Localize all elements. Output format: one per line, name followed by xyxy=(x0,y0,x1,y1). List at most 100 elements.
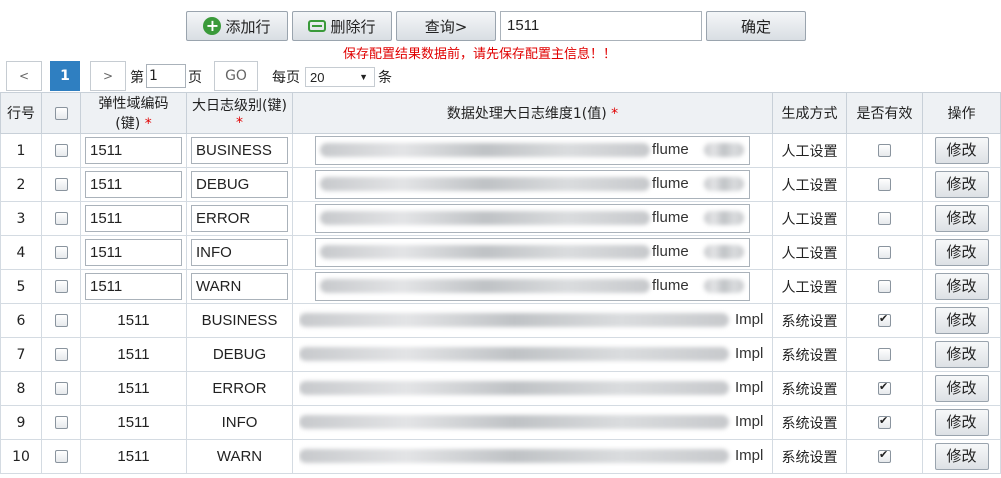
gen-method-value: 系统设置 xyxy=(772,405,847,440)
log-level-input[interactable]: ERROR xyxy=(191,205,288,232)
modify-button[interactable]: 修改 xyxy=(934,341,989,368)
action-cell: 修改 xyxy=(922,439,1001,474)
modify-button[interactable]: 修改 xyxy=(934,239,989,266)
table-row: 2 1511 DEBUG flume 人工设置 修改 xyxy=(0,167,1001,202)
query-button[interactable]: 查询> xyxy=(396,11,496,41)
confirm-button[interactable]: 确定 xyxy=(706,11,806,41)
row-select-checkbox[interactable] xyxy=(54,280,68,293)
row-select-checkbox[interactable] xyxy=(54,348,68,361)
valid-checkbox[interactable] xyxy=(878,414,891,429)
header-gen-method: 生成方式 xyxy=(772,92,847,134)
prev-page-button[interactable]: < xyxy=(6,61,42,91)
elastic-code-value: 1511 xyxy=(117,346,150,363)
dimension-value: Impl xyxy=(735,379,764,396)
valid-cell xyxy=(846,235,923,270)
dimension-cell: flume xyxy=(292,201,773,236)
modify-button[interactable]: 修改 xyxy=(934,205,989,232)
dimension-value-cell: Impl xyxy=(299,375,766,402)
row-select-checkbox[interactable] xyxy=(54,212,68,225)
log-level-cell: INFO xyxy=(186,405,293,440)
gen-method-value: 人工设置 xyxy=(772,269,847,304)
valid-checkbox[interactable] xyxy=(878,280,891,293)
row-select-checkbox[interactable] xyxy=(54,314,68,327)
required-mark: * xyxy=(144,116,152,132)
header-log-level-label: 大日志级别(键) xyxy=(192,98,287,114)
elastic-code-input[interactable]: 1511 xyxy=(85,205,182,232)
valid-checkbox[interactable] xyxy=(878,380,891,395)
valid-checkbox[interactable] xyxy=(878,246,891,259)
action-cell: 修改 xyxy=(922,405,1001,440)
log-level-input[interactable]: DEBUG xyxy=(191,171,288,198)
add-row-button[interactable]: + 添加行 xyxy=(186,11,288,41)
elastic-code-input[interactable]: 1511 xyxy=(85,273,182,300)
query-input[interactable]: 1511 xyxy=(500,11,702,41)
redacted-text xyxy=(320,143,650,157)
go-button[interactable]: GO xyxy=(214,61,258,91)
dimension-value: Impl xyxy=(735,311,764,328)
modify-button[interactable]: 修改 xyxy=(934,409,989,436)
valid-checkbox[interactable] xyxy=(878,348,891,361)
row-select-checkbox[interactable] xyxy=(54,450,68,463)
redacted-text xyxy=(299,415,729,429)
elastic-code-cell: 1511 xyxy=(80,303,187,338)
valid-checkbox[interactable] xyxy=(878,448,891,463)
per-page-suffix: 条 xyxy=(378,70,392,86)
modify-button[interactable]: 修改 xyxy=(934,307,989,334)
next-page-button[interactable]: > xyxy=(90,61,126,91)
header-elastic-code-key: (键) xyxy=(115,116,141,132)
dimension-cell: flume xyxy=(292,167,773,202)
dropdown-arrow-icon: ▼ xyxy=(359,72,368,82)
delete-row-button[interactable]: 删除行 xyxy=(292,11,392,41)
modify-button[interactable]: 修改 xyxy=(934,137,989,164)
log-level-input[interactable]: INFO xyxy=(191,239,288,266)
select-all-checkbox[interactable] xyxy=(54,106,68,120)
elastic-code-input[interactable]: 1511 xyxy=(85,171,182,198)
gen-method-value: 系统设置 xyxy=(772,439,847,474)
row-select-checkbox[interactable] xyxy=(54,144,68,157)
redacted-text xyxy=(704,211,744,225)
row-select-checkbox[interactable] xyxy=(54,382,68,395)
log-level-cell: WARN xyxy=(186,269,293,304)
config-table: 行号 弹性域编码 (键) * 大日志级别(键) * 数据处理大日志维度1(值) … xyxy=(0,92,1001,474)
valid-checkbox[interactable] xyxy=(878,212,891,225)
modify-button[interactable]: 修改 xyxy=(934,375,989,402)
dimension-input[interactable]: flume xyxy=(315,136,750,165)
log-level-value: INFO xyxy=(221,414,258,431)
dimension-input[interactable]: flume xyxy=(315,272,750,301)
dimension-value: flume xyxy=(652,141,689,158)
per-page-select[interactable]: 20 ▼ xyxy=(305,67,375,87)
elastic-code-input[interactable]: 1511 xyxy=(85,239,182,266)
dimension-cell: Impl xyxy=(292,371,773,406)
row-select-checkbox[interactable] xyxy=(54,416,68,429)
valid-checkbox[interactable] xyxy=(878,144,891,157)
header-action: 操作 xyxy=(922,92,1001,134)
valid-checkbox[interactable] xyxy=(878,178,891,191)
dimension-input[interactable]: flume xyxy=(315,238,750,267)
action-cell: 修改 xyxy=(922,303,1001,338)
dimension-value: Impl xyxy=(735,447,764,464)
page-number-input[interactable]: 1 xyxy=(146,64,186,88)
modify-button[interactable]: 修改 xyxy=(934,171,989,198)
log-level-input[interactable]: WARN xyxy=(191,273,288,300)
dimension-input[interactable]: flume xyxy=(315,170,750,199)
row-select-checkbox[interactable] xyxy=(54,178,68,191)
dimension-input[interactable]: flume xyxy=(315,204,750,233)
row-number: 5 xyxy=(0,269,42,304)
elastic-code-input[interactable]: 1511 xyxy=(85,137,182,164)
action-cell: 修改 xyxy=(922,201,1001,236)
gen-method-value: 系统设置 xyxy=(772,303,847,338)
log-level-input[interactable]: BUSINESS xyxy=(191,137,288,164)
row-select-checkbox[interactable] xyxy=(54,246,68,259)
dimension-cell: flume xyxy=(292,269,773,304)
current-page-button[interactable]: 1 xyxy=(50,61,80,91)
modify-button[interactable]: 修改 xyxy=(934,443,989,470)
valid-checkbox[interactable] xyxy=(878,312,891,327)
elastic-code-value: 1511 xyxy=(117,380,150,397)
elastic-code-value: 1511 xyxy=(117,312,150,329)
modify-button[interactable]: 修改 xyxy=(934,273,989,300)
elastic-code-value: 1511 xyxy=(117,448,150,465)
dimension-value-cell: Impl xyxy=(299,307,766,334)
dimension-cell: Impl xyxy=(292,337,773,372)
elastic-code-cell: 1511 xyxy=(80,133,187,168)
redacted-text xyxy=(704,245,744,259)
